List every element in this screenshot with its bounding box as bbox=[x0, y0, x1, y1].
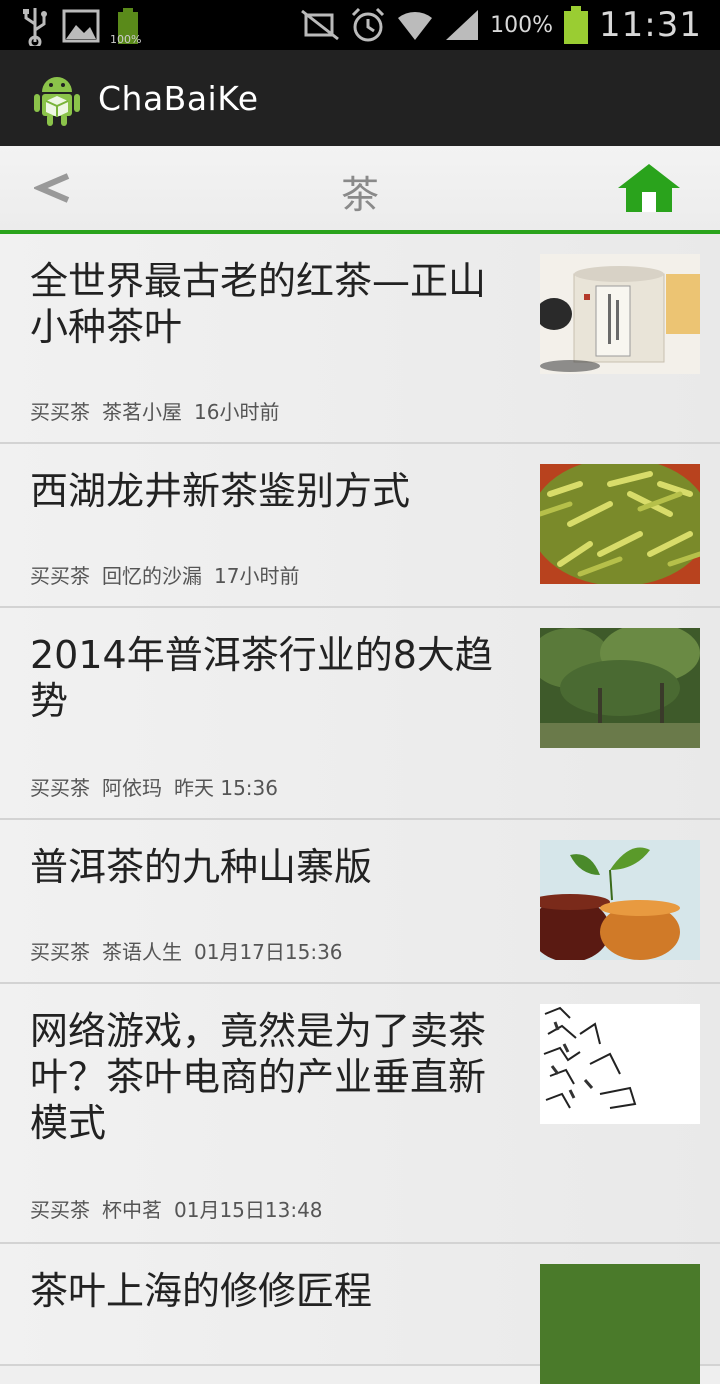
battery-small-label: 100% bbox=[110, 33, 142, 46]
article-author: 杯中茗 bbox=[102, 1198, 162, 1222]
nav-bar: 茶 bbox=[0, 146, 720, 234]
article-title[interactable]: 2014年普洱茶行业的8大趋势 bbox=[30, 632, 510, 724]
article-meta: 买买茶 回忆的沙漏 17小时前 bbox=[30, 560, 299, 589]
article-source: 买买茶 bbox=[30, 564, 90, 588]
article-author: 回忆的沙漏 bbox=[102, 564, 202, 588]
usb-icon bbox=[22, 6, 48, 46]
page-title: 茶 bbox=[340, 173, 379, 217]
article-source: 买买茶 bbox=[30, 940, 90, 964]
article-source: 买买茶 bbox=[30, 1198, 90, 1222]
home-icon[interactable] bbox=[616, 160, 682, 216]
article-author: 阿依玛 bbox=[102, 776, 162, 800]
signal-icon bbox=[444, 8, 480, 42]
battery-percent: 100% bbox=[490, 12, 554, 38]
article-title[interactable]: 全世界最古老的红茶—正山小种茶叶 bbox=[30, 258, 510, 350]
article-time: 17小时前 bbox=[214, 564, 300, 588]
article-source: 买买茶 bbox=[30, 400, 90, 424]
tea-trees-thumbnail[interactable] bbox=[540, 628, 700, 748]
article-title[interactable]: 茶叶上海的修修匠程 bbox=[30, 1268, 510, 1314]
article-meta: 买买茶 阿依玛 昨天 15:36 bbox=[30, 772, 278, 801]
article-author: 茶茗小屋 bbox=[102, 400, 182, 424]
list-item[interactable]: 2014年普洱茶行业的8大趋势 买买茶 阿依玛 昨天 15:36 bbox=[0, 608, 720, 820]
status-bar: 100% 100% 11:31 bbox=[0, 0, 720, 50]
article-author: 茶语人生 bbox=[102, 940, 182, 964]
article-title[interactable]: 西湖龙井新茶鉴别方式 bbox=[30, 468, 510, 514]
article-source: 买买茶 bbox=[30, 776, 90, 800]
article-time: 01月15日13:48 bbox=[174, 1198, 323, 1222]
wifi-icon bbox=[396, 8, 434, 42]
battery-small-icon: 100% bbox=[110, 7, 144, 46]
article-meta: 买买茶 茶语人生 01月17日15:36 bbox=[30, 936, 343, 965]
alarm-icon bbox=[350, 7, 386, 43]
ink-sketch-thumbnail[interactable] bbox=[540, 1004, 700, 1124]
article-meta: 买买茶 茶茗小屋 16小时前 bbox=[30, 396, 279, 425]
article-meta: 买买茶 杯中茗 01月15日13:48 bbox=[30, 1194, 323, 1223]
list-item[interactable]: 全世界最古老的红茶—正山小种茶叶 买买茶 茶茗小屋 16小时前 bbox=[0, 234, 720, 444]
mute-icon bbox=[300, 9, 340, 41]
article-title[interactable]: 网络游戏，竟然是为了卖茶叶？茶叶电商的产业垂直新模式 bbox=[30, 1008, 510, 1146]
tea-tin-thumbnail[interactable] bbox=[540, 254, 700, 374]
image-icon bbox=[62, 9, 100, 43]
tea-cups-thumbnail[interactable] bbox=[540, 840, 700, 960]
article-time: 16小时前 bbox=[194, 400, 280, 424]
action-bar: ChaBaiKe bbox=[0, 50, 720, 146]
green-thumbnail[interactable] bbox=[540, 1264, 700, 1384]
clock: 11:31 bbox=[599, 5, 702, 45]
article-time: 01月17日15:36 bbox=[194, 940, 343, 964]
list-item[interactable]: 普洱茶的九种山寨版 买买茶 茶语人生 01月17日15:36 bbox=[0, 820, 720, 984]
green-tea-leaves-thumbnail[interactable] bbox=[540, 464, 700, 584]
list-item[interactable]: 网络游戏，竟然是为了卖茶叶？茶叶电商的产业垂直新模式 买买茶 杯中茗 01月15… bbox=[0, 984, 720, 1244]
android-robot-icon bbox=[30, 68, 84, 128]
article-title[interactable]: 普洱茶的九种山寨版 bbox=[30, 844, 510, 890]
article-list: 全世界最古老的红茶—正山小种茶叶 买买茶 茶茗小屋 16小时前 西湖龙井新茶鉴别… bbox=[0, 234, 720, 1384]
battery-icon bbox=[563, 5, 589, 45]
list-item[interactable]: 西湖龙井新茶鉴别方式 买买茶 回忆的沙漏 17小时前 bbox=[0, 444, 720, 608]
app-title: ChaBaiKe bbox=[98, 78, 259, 118]
list-item[interactable]: 茶叶上海的修修匠程 bbox=[0, 1244, 720, 1384]
article-time: 昨天 15:36 bbox=[174, 776, 278, 800]
